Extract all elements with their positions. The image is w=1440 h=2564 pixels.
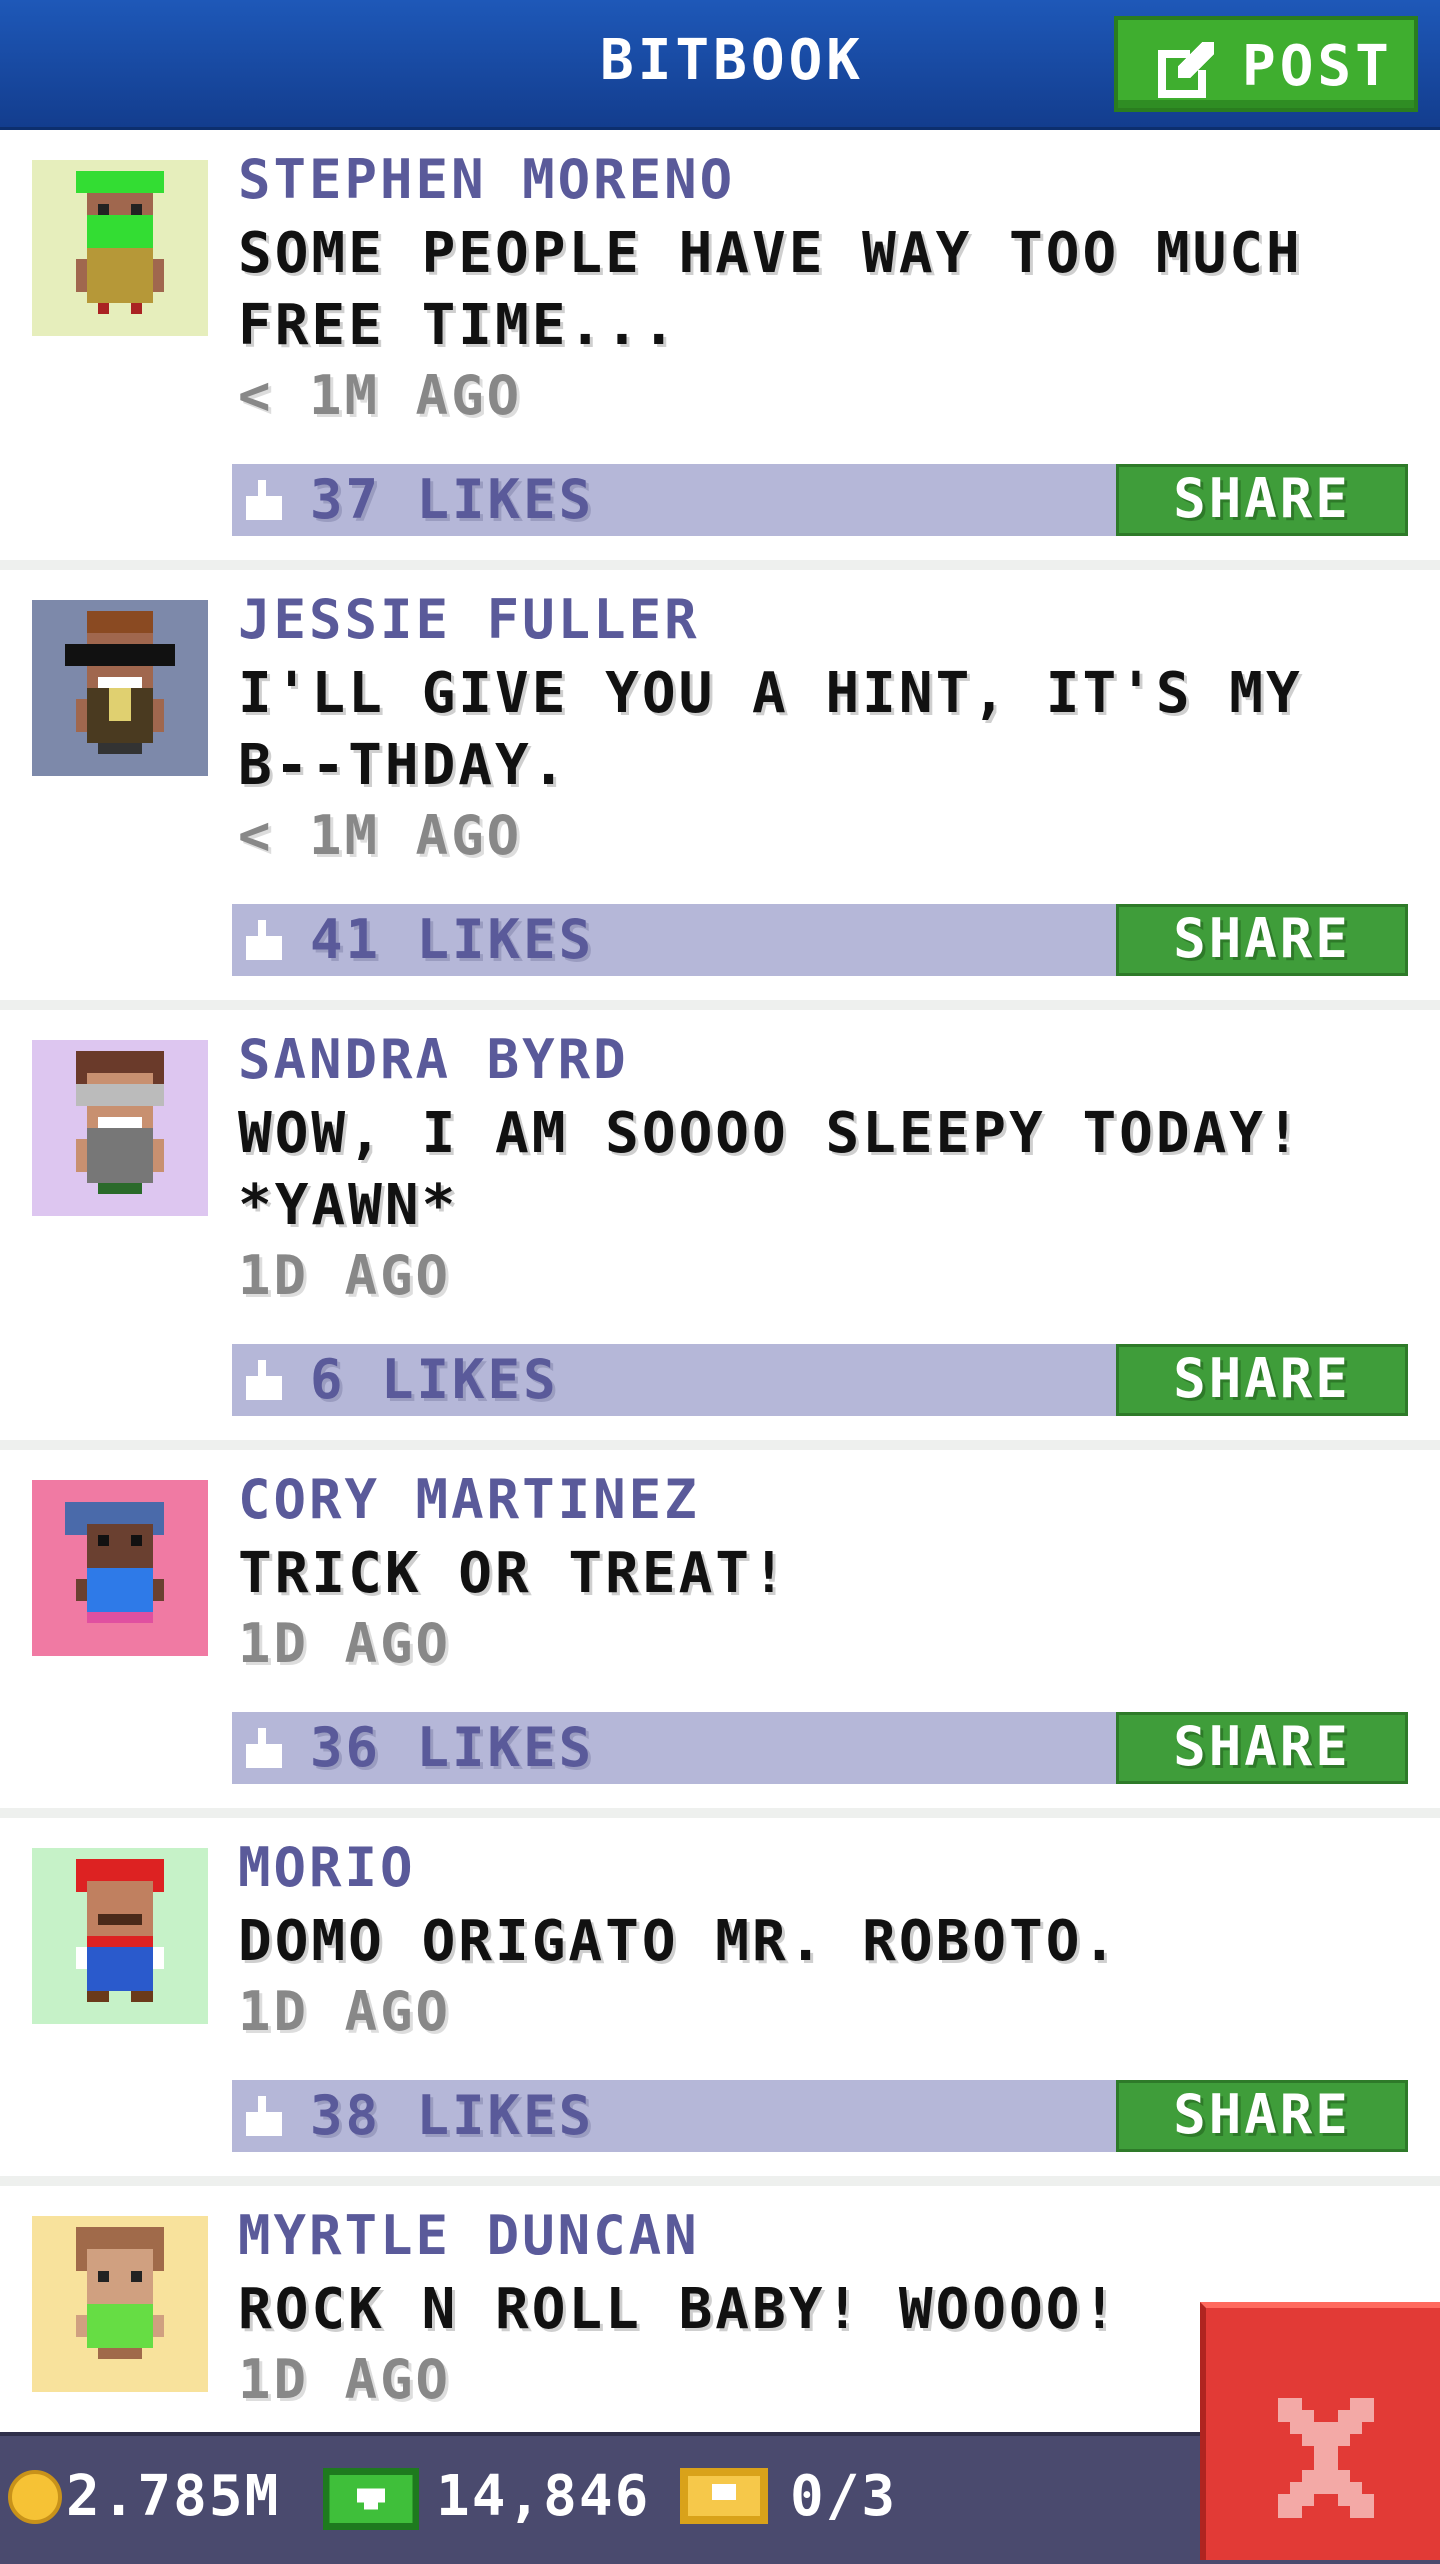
like-bar[interactable]: 38 LIKES SHARE	[232, 2080, 1408, 2152]
post-author[interactable]: CORY MARTINEZ	[238, 1468, 700, 1531]
like-bar[interactable]: 36 LIKES SHARE	[232, 1712, 1408, 1784]
post-message: ROCK N ROLL BABY! WOOOO!	[238, 2277, 1120, 2342]
like-bar[interactable]: 6 LIKES SHARE	[232, 1344, 1408, 1416]
feed-post: CORY MARTINEZ TRICK OR TREAT! 1D AGO 36 …	[0, 1450, 1440, 1818]
post-author[interactable]: MYRTLE DUNCAN	[238, 2204, 700, 2267]
avatar	[32, 600, 208, 776]
ticket-icon	[680, 2468, 768, 2524]
post-time: < 1M AGO	[238, 364, 523, 427]
coin-count: 2.785M	[66, 2464, 281, 2529]
top-header: BITBOOK POST	[0, 0, 1440, 130]
avatar	[32, 160, 208, 336]
share-button[interactable]: SHARE	[1116, 2080, 1408, 2152]
ticket-count: 0/3	[790, 2464, 898, 2529]
bux-count: 14,846	[436, 2464, 651, 2529]
coin-icon	[8, 2470, 62, 2524]
feed-post: STEPHEN MORENO SOME PEOPLE HAVE WAY TOO …	[0, 130, 1440, 570]
share-button[interactable]: SHARE	[1116, 464, 1408, 536]
post-time: < 1M AGO	[238, 804, 523, 867]
post-message: I'LL GIVE YOU A HINT, IT'S MY B--THDAY.	[238, 661, 1303, 798]
like-bar[interactable]: 37 LIKES SHARE	[232, 464, 1408, 536]
avatar	[32, 1040, 208, 1216]
post-author[interactable]: STEPHEN MORENO	[238, 148, 735, 211]
like-count: 6 LIKES	[310, 1348, 559, 1411]
avatar	[32, 1848, 208, 2024]
like-bar[interactable]: 41 LIKES SHARE	[232, 904, 1408, 976]
feed-post: MORIO DOMO ORIGATO MR. ROBOTO. 1D AGO 38…	[0, 1818, 1440, 2186]
post-edit-icon	[1158, 42, 1214, 98]
post-time: 1D AGO	[238, 1612, 452, 1675]
share-button[interactable]: SHARE	[1116, 1344, 1408, 1416]
like-count: 38 LIKES	[310, 2084, 595, 2147]
post-button-label: POST	[1242, 34, 1393, 99]
close-icon	[1278, 2398, 1374, 2518]
post-message: DOMO ORIGATO MR. ROBOTO.	[238, 1909, 1120, 1974]
feed-post: JESSIE FULLER I'LL GIVE YOU A HINT, IT'S…	[0, 570, 1440, 1010]
post-author[interactable]: MORIO	[238, 1836, 416, 1899]
like-thumb-icon	[246, 2096, 282, 2136]
like-thumb-icon	[246, 1728, 282, 1768]
avatar	[32, 2216, 208, 2392]
post-author[interactable]: SANDRA BYRD	[238, 1028, 629, 1091]
close-button[interactable]	[1200, 2302, 1440, 2560]
bux-icon	[322, 2468, 420, 2530]
post-time: 1D AGO	[238, 1244, 452, 1307]
post-time: 1D AGO	[238, 1980, 452, 2043]
like-thumb-icon	[246, 480, 282, 520]
post-message: SOME PEOPLE HAVE WAY TOO MUCH FREE TIME.…	[238, 221, 1303, 358]
like-thumb-icon	[246, 920, 282, 960]
avatar	[32, 1480, 208, 1656]
like-count: 36 LIKES	[310, 1716, 595, 1779]
post-button[interactable]: POST	[1114, 16, 1418, 112]
like-count: 37 LIKES	[310, 468, 595, 531]
feed-post: SANDRA BYRD WOW, I AM SOOOO SLEEPY TODAY…	[0, 1010, 1440, 1450]
like-thumb-icon	[246, 1360, 282, 1400]
like-count: 41 LIKES	[310, 908, 595, 971]
post-author[interactable]: JESSIE FULLER	[238, 588, 700, 651]
share-button[interactable]: SHARE	[1116, 1712, 1408, 1784]
post-message: TRICK OR TREAT!	[238, 1541, 789, 1606]
post-time: 1D AGO	[238, 2348, 452, 2411]
post-message: WOW, I AM SOOOO SLEEPY TODAY! *YAWN*	[238, 1101, 1303, 1238]
app-title: BITBOOK	[600, 28, 865, 93]
share-button[interactable]: SHARE	[1116, 904, 1408, 976]
bitbook-feed[interactable]: STEPHEN MORENO SOME PEOPLE HAVE WAY TOO …	[0, 130, 1440, 2486]
